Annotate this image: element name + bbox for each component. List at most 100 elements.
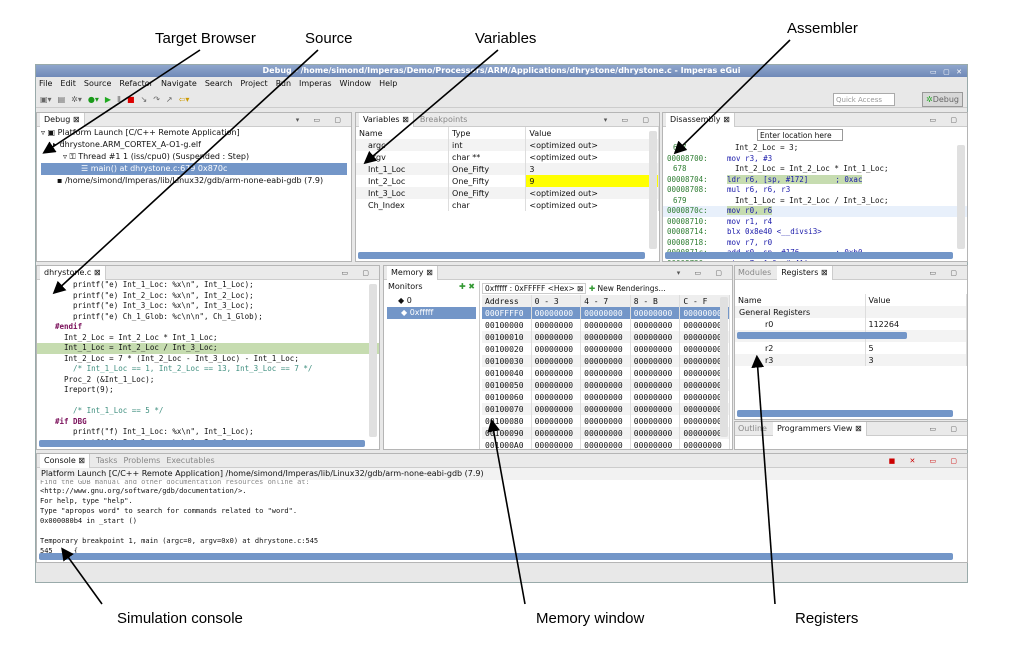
monitor-item[interactable]: ◆ 0 xyxy=(384,295,479,307)
step-into-icon[interactable]: ↘ xyxy=(141,95,148,104)
tab-variables[interactable]: Variables ⊠ xyxy=(359,113,414,127)
variable-row[interactable]: argc int <optimized out> xyxy=(356,139,659,151)
monitor-item-selected[interactable]: ◆ 0xfffff xyxy=(387,307,476,319)
disassembly-line[interactable]: 678 Int_2_Loc = Int_2_Loc * Int_1_Loc; xyxy=(663,164,967,175)
tab-outline[interactable]: Outline xyxy=(738,424,767,433)
register-group[interactable]: General Registers xyxy=(735,306,967,318)
register-row[interactable]: r3 3 xyxy=(735,354,967,366)
menu-window[interactable]: Window xyxy=(340,77,372,91)
quick-access-input[interactable]: Quick Access xyxy=(833,93,895,106)
view-controls[interactable]: ▭ ▢ xyxy=(930,269,963,277)
disassembly-line[interactable]: 00008704: ldr r6, [sp, #172] ; 0xac xyxy=(663,174,967,186)
tab-executables[interactable]: Executables xyxy=(166,456,214,465)
variable-row[interactable]: Int_1_Loc One_Fifty 3 xyxy=(356,163,659,175)
resume-icon[interactable]: ▶ xyxy=(105,95,111,104)
location-input[interactable]: Enter location here xyxy=(757,129,843,141)
add-monitor-icon[interactable]: ✚ ✖ xyxy=(459,281,479,293)
horizontal-scrollbar[interactable] xyxy=(665,252,953,259)
run-icon[interactable]: ●▾ xyxy=(88,95,99,104)
view-controls[interactable]: ▾ ▭ ▢ xyxy=(677,269,728,277)
new-icon[interactable]: ▣▾ xyxy=(40,95,52,104)
memory-row[interactable]: 00100060 00000000 00000000 00000000 00000000 xyxy=(482,391,730,403)
horizontal-scrollbar[interactable] xyxy=(39,553,953,560)
memory-row[interactable]: 00100020 00000000 00000000 00000000 00000000 xyxy=(482,343,730,355)
variable-row[interactable]: Int_3_Loc One_Fifty <optimized out> xyxy=(356,187,659,199)
memory-row[interactable]: 00100070 00000000 00000000 00000000 00000000 xyxy=(482,403,730,415)
horizontal-scrollbar[interactable] xyxy=(358,252,645,259)
tab-console[interactable]: Console ⊠ xyxy=(40,454,91,468)
vertical-scrollbar[interactable] xyxy=(649,131,657,249)
back-icon[interactable]: ⇦▾ xyxy=(179,95,190,104)
source-code[interactable]: printf("e) Int_1_Loc: %x\n", Int_1_Loc);… xyxy=(37,280,379,449)
column-header[interactable]: Type xyxy=(448,127,527,139)
variable-row[interactable]: Int_2_Loc One_Fifty 9 xyxy=(356,175,659,187)
horizontal-scrollbar[interactable] xyxy=(737,410,953,417)
menu-refactor[interactable]: Refactor xyxy=(119,77,153,91)
disassembly-line[interactable]: 677 Int_2_Loc = 3; xyxy=(663,143,967,154)
tree-item-thread[interactable]: ▿ ⚿ Thread #1 1 (iss/cpu0) (Suspended : … xyxy=(37,151,351,163)
tab-breakpoints[interactable]: Breakpoints xyxy=(420,115,468,124)
menu-search[interactable]: Search xyxy=(205,77,232,91)
tab-modules[interactable]: Modules xyxy=(738,268,771,277)
tab-source-file[interactable]: dhrystone.c ⊠ xyxy=(40,266,106,280)
tab-disassembly[interactable]: Disassembly ⊠ xyxy=(666,113,735,127)
debug-icon[interactable]: ✲▾ xyxy=(71,95,82,104)
variable-row[interactable]: argv char ** <optimized out> xyxy=(356,151,659,163)
memory-row[interactable]: 00100040 00000000 00000000 00000000 00000000 xyxy=(482,367,730,379)
tree-item-gdb[interactable]: ▪ /home/simond/Imperas/lib/Linux32/gdb/a… xyxy=(37,175,351,187)
memory-row[interactable]: 00100090 00000000 00000000 00000000 00000000 xyxy=(482,427,730,439)
view-controls[interactable]: ▾ ▭ ▢ xyxy=(604,116,655,124)
view-controls[interactable]: ▾ ▭ ▢ xyxy=(296,116,347,124)
column-header[interactable]: Name xyxy=(356,127,450,139)
console-output[interactable]: Find the GDB manual and other documentat… xyxy=(37,480,967,556)
disassembly-line[interactable]: 00008708: mul r6, r6, r3 xyxy=(663,185,967,196)
tree-item-launch[interactable]: ▿ ▣ Platform Launch [C/C++ Remote Applic… xyxy=(37,127,351,139)
view-controls[interactable]: ▭ ▢ xyxy=(930,425,963,433)
vertical-scrollbar[interactable] xyxy=(957,145,965,249)
menu-file[interactable]: File xyxy=(39,77,52,91)
horizontal-scrollbar[interactable] xyxy=(39,440,365,447)
memory-row[interactable]: 00100050 00000000 00000000 00000000 00000000 xyxy=(482,379,730,391)
disassembly-line[interactable]: 00008720:str r7, [r0, #-4]! xyxy=(663,259,967,262)
register-row[interactable]: r2 5 xyxy=(735,342,967,354)
disassembly-line[interactable]: 00008714: blx 0x8e40 <__divsi3> xyxy=(663,227,967,238)
column-header[interactable]: Value xyxy=(525,127,659,139)
step-over-icon[interactable]: ↷ xyxy=(153,95,160,104)
vertical-scrollbar[interactable] xyxy=(369,284,377,437)
console-controls[interactable]: ■ ✕ ▭ ▢ xyxy=(889,457,963,465)
suspend-icon[interactable]: Ⅱ xyxy=(117,95,121,104)
debug-perspective-button[interactable]: ✲Debug xyxy=(921,92,963,107)
memory-row[interactable]: 00100080 00000000 00000000 00000000 00000000 xyxy=(482,415,730,427)
vertical-scrollbar[interactable] xyxy=(720,297,728,437)
menu-help[interactable]: Help xyxy=(379,77,397,91)
tab-programmers-view[interactable]: Programmers View ⊠ xyxy=(772,422,867,436)
tab-rendering[interactable]: 0xfffff : 0xFFFFF <Hex> ⊠ xyxy=(482,283,587,294)
tree-item-frame[interactable]: ☰ main() at dhrystone.c:679 0x870c xyxy=(41,163,347,175)
menu-source[interactable]: Source xyxy=(84,77,111,91)
memory-row[interactable]: 00100010 00000000 00000000 00000000 00000000 xyxy=(482,331,730,343)
menu-imperas[interactable]: Imperas xyxy=(299,77,332,91)
tree-item-elf[interactable]: ▸ dhrystone.ARM_CORTEX_A-O1-g.elf xyxy=(37,139,351,151)
tab-tasks[interactable]: Tasks xyxy=(96,456,117,465)
memory-row[interactable]: 00100030 00000000 00000000 00000000 00000000 xyxy=(482,355,730,367)
view-controls[interactable]: ▭ ▢ xyxy=(342,269,375,277)
window-controls[interactable]: ▭ ▢ ✕ xyxy=(930,66,964,78)
register-row[interactable]: r0 112264 xyxy=(735,318,967,330)
tab-registers[interactable]: Registers ⊠ xyxy=(777,266,833,280)
memory-row[interactable]: 000FFFF0 00000000 00000000 00000000 00000000 xyxy=(482,307,730,319)
menu-project[interactable]: Project xyxy=(240,77,267,91)
step-return-icon[interactable]: ↗ xyxy=(166,95,173,104)
disassembly-line[interactable]: 00008718: mov r7, r0 xyxy=(663,238,967,249)
disassembly-line[interactable]: 0000870c: mov r0, r6 xyxy=(663,206,967,217)
tab-problems[interactable]: Problems xyxy=(123,456,160,465)
new-renderings-tab[interactable]: New Renderings... xyxy=(598,284,666,293)
view-controls[interactable]: ▭ ▢ xyxy=(930,116,963,124)
memory-row[interactable]: 00100000 00000000 00000000 00000000 00000000 xyxy=(482,319,730,331)
disassembly-line[interactable]: 00008710: mov r1, r4 xyxy=(663,217,967,228)
variable-row[interactable]: Ch_Index char <optimized out> xyxy=(356,199,659,211)
memory-row[interactable]: 001000A0 00000000 00000000 00000000 00000000 xyxy=(482,439,730,449)
tab-debug[interactable]: Debug ⊠ xyxy=(40,113,85,127)
tab-memory[interactable]: Memory ⊠ xyxy=(387,266,438,280)
disassembly-line[interactable]: 00008700: mov r3, #3 xyxy=(663,154,967,165)
menu-navigate[interactable]: Navigate xyxy=(161,77,197,91)
